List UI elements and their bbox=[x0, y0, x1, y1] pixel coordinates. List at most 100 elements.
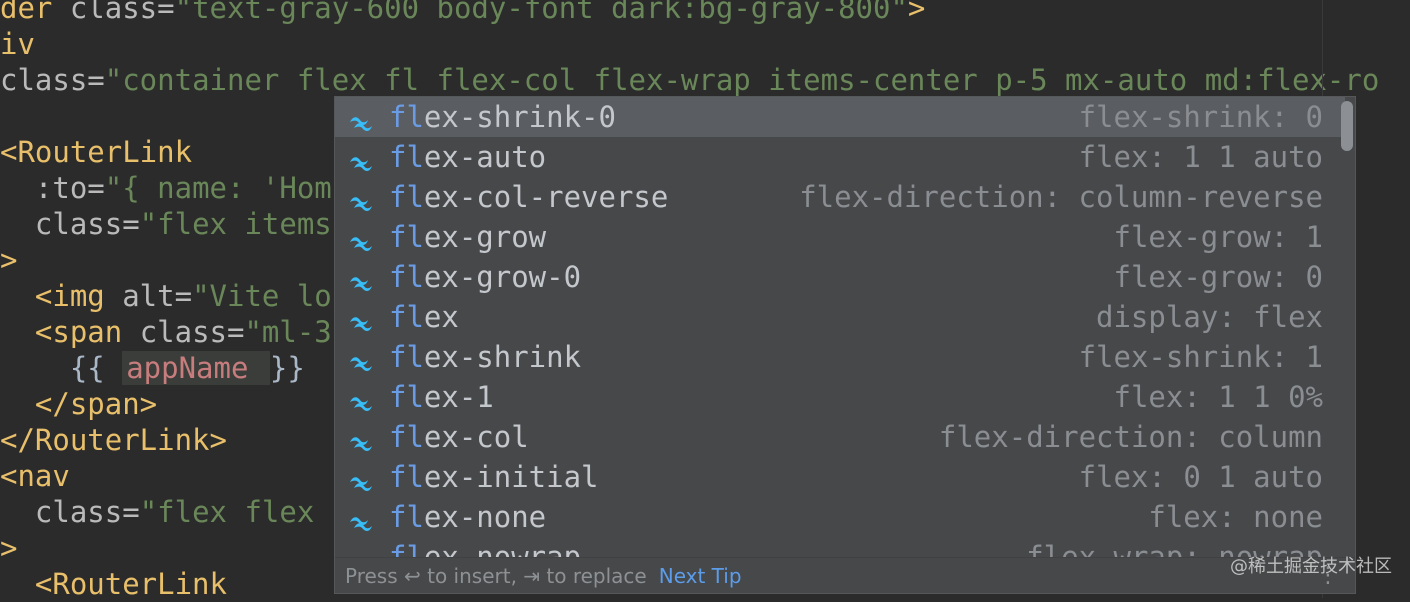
completion-item-rest: ex-initial bbox=[423, 460, 599, 494]
completion-item-label: flex-auto bbox=[389, 137, 546, 177]
typed-prefix-match: fl bbox=[389, 140, 424, 174]
completion-item[interactable]: flex-nowrap flex-wrap: nowrap bbox=[335, 537, 1345, 559]
tailwind-icon bbox=[347, 425, 375, 451]
completion-item-rest: ex-auto bbox=[423, 140, 547, 174]
code-token: class= bbox=[0, 495, 140, 529]
code-token: class= bbox=[139, 315, 245, 349]
code-token: :to= bbox=[0, 171, 105, 205]
code-line[interactable]: > bbox=[0, 530, 17, 566]
code-token: "flex items- bbox=[139, 207, 350, 241]
tailwind-icon bbox=[347, 265, 375, 291]
completion-item-label: flex-grow bbox=[389, 217, 546, 257]
typed-prefix-match: fl bbox=[389, 380, 424, 414]
typed-prefix-match: fl bbox=[389, 420, 424, 454]
code-token: appName bbox=[122, 351, 270, 385]
code-line[interactable]: iv bbox=[0, 26, 35, 62]
completion-item[interactable]: flex-none flex: none bbox=[335, 497, 1345, 537]
code-token: "Vite lo bbox=[192, 279, 332, 313]
completion-item-rest: ex-col-reverse bbox=[423, 180, 669, 214]
code-token: class= bbox=[69, 0, 175, 25]
code-token: "flex flex bbox=[139, 495, 332, 529]
code-token: {{ bbox=[0, 351, 123, 385]
completion-footer: Press ↩ to insert, ⇥ to replace Next Tip … bbox=[335, 557, 1355, 593]
completion-item-label: flex-nowrap bbox=[389, 537, 581, 559]
code-token: <nav bbox=[0, 459, 70, 493]
completion-item[interactable]: flex-col-reverse flex-direction: column-r… bbox=[335, 177, 1345, 217]
code-line[interactable]: <span class="ml-3 bbox=[0, 314, 332, 350]
completion-item[interactable]: flex-shrink-0 flex-shrink: 0 bbox=[335, 97, 1345, 137]
completion-item-detail: flex-shrink: 1 bbox=[1078, 340, 1323, 374]
code-token: alt= bbox=[122, 279, 193, 313]
code-token: "text-gray-600 body-font dark:bg-gray-80… bbox=[174, 0, 908, 25]
completion-item-rest: ex-shrink-0 bbox=[423, 100, 616, 134]
typed-prefix-match: fl bbox=[389, 220, 424, 254]
completion-scrollbar[interactable] bbox=[1341, 101, 1353, 151]
completion-item-label: flex-none bbox=[389, 497, 546, 537]
typed-prefix-match: fl bbox=[389, 100, 424, 134]
completion-item[interactable]: flex-col flex-direction: column bbox=[335, 417, 1345, 457]
completion-item-label: flex-1 bbox=[389, 377, 494, 417]
code-line[interactable]: class="container flex fl flex-col flex-w… bbox=[0, 62, 1379, 98]
completion-item-rest: ex-grow bbox=[423, 220, 547, 254]
completion-item[interactable]: flex-shrink flex-shrink: 1 bbox=[335, 337, 1345, 377]
completion-item-rest: ex bbox=[423, 300, 459, 334]
completion-item-label: flex-shrink-0 bbox=[389, 97, 616, 137]
completion-item-rest: ex-grow-0 bbox=[423, 260, 582, 294]
code-line[interactable]: </span> bbox=[0, 386, 157, 422]
completion-item-rest: ex-1 bbox=[423, 380, 494, 414]
completion-item[interactable]: flex-grow flex-grow: 1 bbox=[335, 217, 1345, 257]
code-token: </RouterLink> bbox=[0, 423, 227, 457]
completion-item-rest: ex-shrink bbox=[423, 340, 582, 374]
completion-item-detail: flex: none bbox=[1148, 500, 1323, 534]
code-line[interactable]: <RouterLink bbox=[0, 134, 192, 170]
completion-item[interactable]: flex-1 flex: 1 1 0% bbox=[335, 377, 1345, 417]
code-token: <span bbox=[0, 315, 140, 349]
completion-item-detail: flex-direction: column-reverse bbox=[799, 180, 1323, 214]
completion-item[interactable]: flex-auto flex: 1 1 auto bbox=[335, 137, 1345, 177]
code-token: }} bbox=[269, 351, 305, 385]
tailwind-icon bbox=[347, 385, 375, 411]
completion-item-detail: display: flex bbox=[1096, 300, 1323, 334]
autocomplete-popup[interactable]: flex-shrink-0 flex-shrink: 0 flex-auto flex… bbox=[334, 96, 1356, 594]
typed-prefix-match: fl bbox=[389, 340, 424, 374]
tailwind-icon bbox=[347, 145, 375, 171]
completion-item-rest: ex-none bbox=[423, 500, 547, 534]
code-line[interactable]: <RouterLink bbox=[0, 566, 227, 602]
code-line[interactable]: <img alt="Vite lo bbox=[0, 278, 332, 314]
insert-hint: Press ↩ to insert, ⇥ to replace bbox=[345, 564, 647, 588]
code-line[interactable]: {{ appName }} bbox=[0, 350, 305, 386]
completion-item-label: flex bbox=[389, 297, 459, 337]
code-token: der bbox=[0, 0, 70, 25]
code-token: <img bbox=[0, 279, 123, 313]
typed-prefix-match: fl bbox=[389, 260, 424, 294]
tailwind-icon bbox=[347, 105, 375, 131]
tailwind-icon bbox=[347, 305, 375, 331]
completion-item[interactable]: flex display: flex bbox=[335, 297, 1345, 337]
completion-item[interactable]: flex-grow-0 flex-grow: 0 bbox=[335, 257, 1345, 297]
completion-item-detail: flex-shrink: 0 bbox=[1078, 100, 1323, 134]
tailwind-icon bbox=[347, 185, 375, 211]
completion-item-rest: ex-col bbox=[423, 420, 529, 454]
watermark: @稀土掘金技术社区 bbox=[1230, 556, 1392, 577]
typed-prefix-match: fl bbox=[389, 300, 424, 334]
code-line[interactable]: :to="{ name: 'Hom bbox=[0, 170, 332, 206]
completion-list[interactable]: flex-shrink-0 flex-shrink: 0 flex-auto flex… bbox=[335, 97, 1345, 559]
completion-item-label: flex-col bbox=[389, 417, 529, 457]
code-token: "container flex fl flex-col flex-wrap it… bbox=[104, 63, 1380, 97]
completion-item[interactable]: flex-initial flex: 0 1 auto bbox=[335, 457, 1345, 497]
completion-item-detail: flex-grow: 0 bbox=[1113, 260, 1323, 294]
code-line[interactable]: <nav bbox=[0, 458, 70, 494]
completion-item-detail: flex: 1 1 0% bbox=[1113, 380, 1323, 414]
code-line[interactable]: > bbox=[0, 242, 17, 278]
code-token: > bbox=[0, 531, 18, 565]
next-tip-link[interactable]: Next Tip bbox=[659, 564, 742, 588]
tailwind-icon bbox=[347, 465, 375, 491]
tailwind-icon bbox=[347, 345, 375, 371]
completion-item-label: flex-grow-0 bbox=[389, 257, 581, 297]
completion-item-detail: flex-direction: column bbox=[938, 420, 1323, 454]
code-line[interactable]: der class="text-gray-600 body-font dark:… bbox=[0, 0, 925, 26]
tailwind-icon bbox=[347, 505, 375, 531]
typed-prefix-match: fl bbox=[389, 460, 424, 494]
code-token: <RouterLink bbox=[0, 135, 193, 169]
code-line[interactable]: </RouterLink> bbox=[0, 422, 227, 458]
